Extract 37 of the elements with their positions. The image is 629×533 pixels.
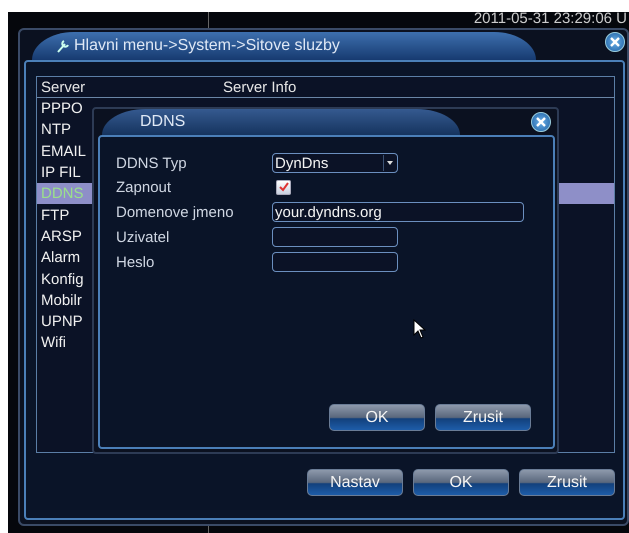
server-item[interactable]: Wifi: [37, 334, 66, 352]
column-header: Server Info: [222, 78, 298, 96]
window-title: Hlavni menu->System->Sitove sluzby: [74, 37, 340, 55]
server-item[interactable]: PPPO: [37, 100, 83, 118]
input-field[interactable]: [272, 252, 398, 272]
dialog-button[interactable]: OK: [329, 404, 425, 431]
dialog-button[interactable]: Zrusit: [435, 404, 531, 431]
type-dropdown[interactable]: DynDns: [272, 153, 398, 173]
close-button[interactable]: [531, 112, 551, 132]
menu-button[interactable]: Zrusit: [519, 469, 615, 496]
close-button[interactable]: [605, 32, 625, 52]
input-field[interactable]: your.dyndns.org: [272, 202, 524, 222]
timestamp: 2011-05-31 23:29:06 U: [474, 12, 627, 27]
field-label: Uzivatel: [116, 228, 170, 246]
close-icon: [536, 117, 546, 127]
field-label: Zapnout: [116, 178, 172, 196]
field-label: Domenove jmeno: [116, 204, 235, 220]
menu-button[interactable]: OK: [413, 469, 509, 496]
field-label: Heslo: [116, 254, 156, 270]
menu-button[interactable]: Nastav: [307, 469, 403, 496]
cursor-icon: [413, 319, 427, 339]
field-label: DDNS Typ: [116, 154, 188, 172]
dialog-title: DDNS: [140, 113, 186, 131]
server-item[interactable]: Konfig: [37, 270, 84, 288]
server-item[interactable]: IP FIL: [37, 164, 81, 182]
server-item[interactable]: UPNP: [37, 313, 83, 330]
enable-checkbox[interactable]: [276, 180, 291, 194]
column-header: Server: [40, 78, 86, 96]
server-item[interactable]: FTP: [37, 206, 70, 224]
server-item[interactable]: EMAIL: [37, 142, 86, 160]
close-icon: [610, 37, 620, 47]
input-field[interactable]: [272, 227, 398, 247]
wrench-icon: [56, 39, 70, 53]
server-item[interactable]: NTP: [37, 121, 71, 138]
server-item[interactable]: ARSP: [37, 228, 82, 245]
server-item[interactable]: Alarm: [37, 249, 80, 266]
server-item[interactable]: Mobilr: [37, 292, 82, 309]
